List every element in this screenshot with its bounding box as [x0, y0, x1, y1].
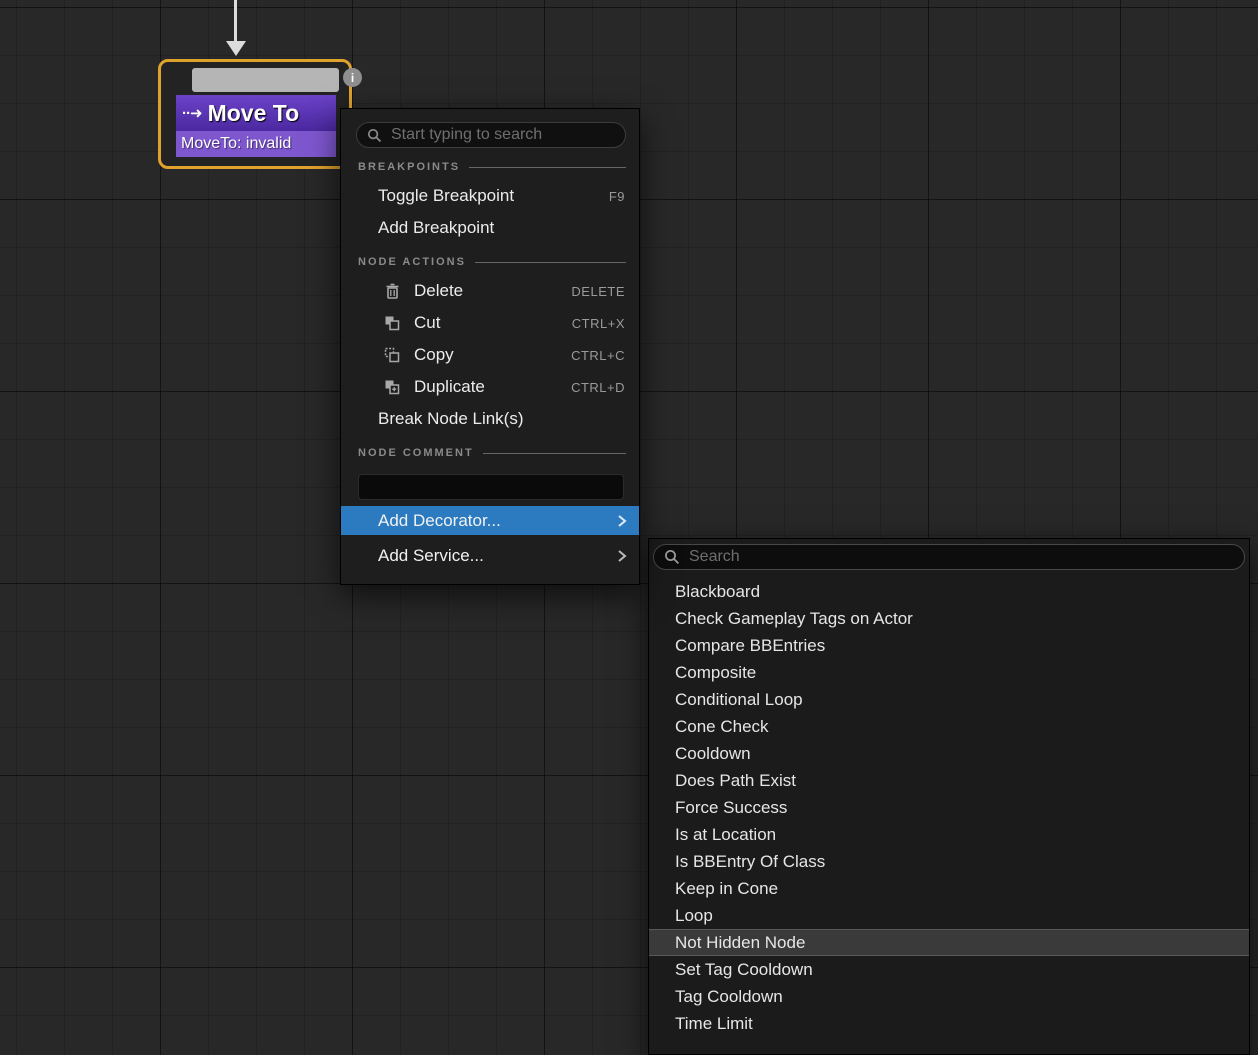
menu-item-shortcut: F9 [609, 189, 625, 204]
menu-item-add-service[interactable]: Add Service... [341, 541, 639, 570]
decorator-list: Blackboard Check Gameplay Tags on Actor … [649, 578, 1249, 1037]
node-header[interactable]: ··➜ Move To [176, 95, 336, 131]
menu-item-shortcut: CTRL+D [571, 380, 625, 395]
move-to-node[interactable]: i ··➜ Move To MoveTo: invalid [158, 59, 352, 169]
section-divider [483, 453, 626, 454]
add-decorator-submenu: Blackboard Check Gameplay Tags on Actor … [648, 538, 1250, 1055]
decorator-item-time-limit[interactable]: Time Limit [649, 1010, 1249, 1037]
menu-item-label: Add Decorator... [378, 511, 501, 531]
menu-item-add-decorator[interactable]: Add Decorator... [341, 506, 639, 535]
menu-item-delete[interactable]: Delete DELETE [341, 275, 639, 307]
node-subtitle: MoveTo: invalid [176, 131, 336, 157]
trash-icon [383, 282, 401, 300]
decorator-item-loop[interactable]: Loop [649, 902, 1249, 929]
context-search-input[interactable] [389, 125, 615, 145]
decorator-item-check-gameplay-tags[interactable]: Check Gameplay Tags on Actor [649, 605, 1249, 632]
decorator-item-conditional-loop[interactable]: Conditional Loop [649, 686, 1249, 713]
decorator-item-set-tag-cooldown[interactable]: Set Tag Cooldown [649, 956, 1249, 983]
section-divider [469, 167, 626, 168]
decorator-item-does-path-exist[interactable]: Does Path Exist [649, 767, 1249, 794]
menu-item-label: Delete [414, 281, 463, 301]
decorator-item-keep-in-cone[interactable]: Keep in Cone [649, 875, 1249, 902]
node-comment-input[interactable] [358, 474, 624, 500]
breakpoints-section-header: BREAKPOINTS [341, 154, 639, 180]
menu-item-label: Cut [414, 313, 440, 333]
decorator-item-not-hidden-node[interactable]: Not Hidden Node [649, 929, 1249, 956]
chevron-right-icon [617, 514, 627, 528]
decorator-item-tag-cooldown[interactable]: Tag Cooldown [649, 983, 1249, 1010]
menu-item-shortcut: CTRL+X [572, 316, 625, 331]
cut-icon [383, 314, 401, 332]
search-icon [664, 549, 680, 565]
menu-item-label: Copy [414, 345, 454, 365]
decorator-item-cone-check[interactable]: Cone Check [649, 713, 1249, 740]
node-context-menu: BREAKPOINTS Toggle Breakpoint F9 Add Bre… [340, 108, 640, 585]
menu-item-break-node-links[interactable]: Break Node Link(s) [341, 403, 639, 435]
search-icon [367, 128, 382, 143]
breakpoints-label: BREAKPOINTS [358, 161, 460, 173]
duplicate-icon [383, 378, 401, 396]
section-divider [475, 262, 626, 263]
node-comment-section-header: NODE COMMENT [341, 440, 639, 466]
decorator-item-force-success[interactable]: Force Success [649, 794, 1249, 821]
decorator-item-composite[interactable]: Composite [649, 659, 1249, 686]
submenu-search[interactable] [653, 544, 1245, 570]
menu-item-add-breakpoint[interactable]: Add Breakpoint [341, 212, 639, 244]
menu-item-copy[interactable]: Copy CTRL+C [341, 339, 639, 371]
decorator-item-blackboard[interactable]: Blackboard [649, 578, 1249, 605]
node-actions-section-header: NODE ACTIONS [341, 249, 639, 275]
menu-item-label: Duplicate [414, 377, 485, 397]
move-to-task-icon: ··➜ [182, 104, 202, 122]
node-title: Move To [208, 100, 300, 127]
node-connection-arrow-icon [226, 41, 246, 56]
node-info-icon: i [343, 68, 362, 87]
node-actions-label: NODE ACTIONS [358, 256, 466, 268]
node-top-connector[interactable] [192, 68, 339, 92]
copy-icon [383, 346, 401, 364]
menu-item-cut[interactable]: Cut CTRL+X [341, 307, 639, 339]
node-comment-label: NODE COMMENT [358, 447, 474, 459]
chevron-right-icon [617, 549, 627, 563]
menu-item-label: Break Node Link(s) [378, 409, 524, 429]
menu-item-shortcut: CTRL+C [571, 348, 625, 363]
graph-canvas[interactable]: i ··➜ Move To MoveTo: invalid BREAKPOINT… [0, 0, 1258, 1055]
menu-item-toggle-breakpoint[interactable]: Toggle Breakpoint F9 [341, 180, 639, 212]
decorator-item-compare-bbentries[interactable]: Compare BBEntries [649, 632, 1249, 659]
menu-item-shortcut: DELETE [571, 284, 625, 299]
menu-item-label: Add Service... [378, 546, 484, 566]
context-menu-search[interactable] [356, 122, 626, 148]
decorator-item-is-bbentry-of-class[interactable]: Is BBEntry Of Class [649, 848, 1249, 875]
node-connection-wire [234, 0, 237, 42]
decorator-item-cooldown[interactable]: Cooldown [649, 740, 1249, 767]
decorator-item-is-at-location[interactable]: Is at Location [649, 821, 1249, 848]
menu-item-label: Toggle Breakpoint [378, 186, 514, 206]
menu-item-label: Add Breakpoint [378, 218, 494, 238]
menu-item-duplicate[interactable]: Duplicate CTRL+D [341, 371, 639, 403]
submenu-search-input[interactable] [687, 547, 1234, 567]
